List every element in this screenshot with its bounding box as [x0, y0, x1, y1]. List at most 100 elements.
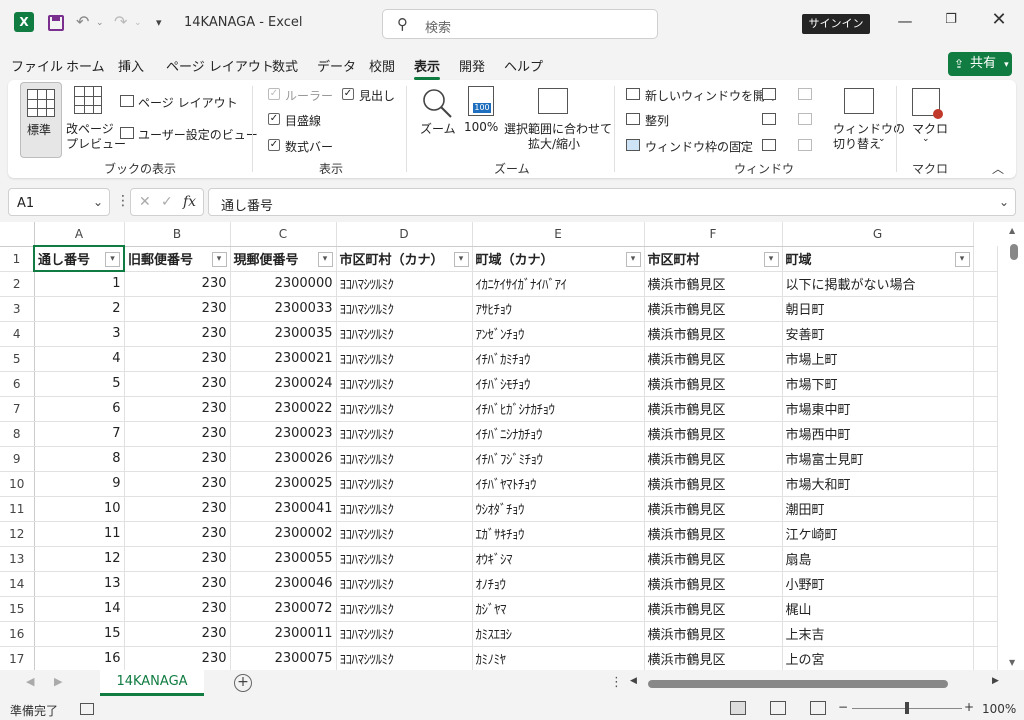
table-cell[interactable]: 市場大和町 — [782, 471, 974, 497]
table-cell[interactable]: 4 — [34, 346, 125, 372]
column-header-f[interactable]: F — [644, 222, 783, 247]
table-cell[interactable]: 230 — [124, 571, 231, 597]
table-cell[interactable]: 横浜市鶴見区 — [644, 371, 783, 397]
column-header-b[interactable]: B — [124, 222, 231, 247]
tab-insert[interactable]: 挿入 — [118, 56, 144, 75]
hide-icon[interactable] — [762, 113, 776, 125]
custom-view-button[interactable]: ユーザー設定のビュー — [138, 126, 258, 143]
vertical-scroll-thumb[interactable] — [1010, 244, 1018, 260]
chevron-down-icon[interactable]: ⌄ — [93, 195, 103, 209]
scroll-right-icon[interactable]: ▶ — [992, 676, 999, 686]
header-cell[interactable]: 現郵便番号 ▾ — [230, 246, 337, 272]
formula-input[interactable]: 通し番号 ⌄ — [208, 188, 1016, 216]
table-cell[interactable]: ｲﾁﾊﾞﾋｶﾞｼﾅｶﾁｮｳ — [472, 396, 645, 422]
table-cell[interactable]: ﾖｺﾊﾏｼﾂﾙﾐｸ — [336, 421, 473, 447]
table-cell[interactable]: 横浜市鶴見区 — [644, 396, 783, 422]
table-cell[interactable]: 朝日町 — [782, 296, 974, 322]
table-cell[interactable]: ﾖｺﾊﾏｼﾂﾙﾐｸ — [336, 396, 473, 422]
zoom-level[interactable]: 100% — [982, 702, 1016, 716]
table-cell[interactable]: 2300002 — [230, 521, 337, 547]
table-cell[interactable]: 2300072 — [230, 596, 337, 622]
scroll-left-icon[interactable]: ◀ — [630, 676, 637, 686]
macro-dropdown-icon[interactable]: ⌄ — [922, 134, 930, 144]
table-cell[interactable]: ｶｼﾞﾔﾏ — [472, 596, 645, 622]
table-cell[interactable]: 横浜市鶴見区 — [644, 446, 783, 472]
table-cell[interactable]: 上の宮 — [782, 646, 974, 672]
column-header-d[interactable]: D — [336, 222, 473, 247]
table-cell[interactable]: ﾖｺﾊﾏｼﾂﾙﾐｸ — [336, 321, 473, 347]
empty-cell[interactable] — [973, 446, 998, 472]
empty-cell[interactable] — [973, 546, 998, 572]
split-icon[interactable] — [762, 88, 776, 100]
page-break-status-icon[interactable] — [810, 701, 826, 715]
cancel-icon[interactable]: ✕ — [139, 194, 151, 210]
table-cell[interactable]: 230 — [124, 596, 231, 622]
row-header[interactable]: 4 — [0, 321, 35, 347]
tab-home[interactable]: ホーム — [66, 56, 105, 75]
table-cell[interactable]: 1 — [34, 271, 125, 297]
table-cell[interactable]: 2300055 — [230, 546, 337, 572]
zoom-slider-knob[interactable] — [905, 702, 909, 714]
filter-dropdown-icon[interactable]: ▾ — [625, 251, 641, 267]
table-cell[interactable]: 2300025 — [230, 471, 337, 497]
empty-cell[interactable] — [973, 621, 998, 647]
table-cell[interactable]: 2300075 — [230, 646, 337, 672]
table-cell[interactable]: 230 — [124, 296, 231, 322]
share-button[interactable]: ⇪ 共有 ▾ — [948, 52, 1012, 76]
row-header[interactable]: 13 — [0, 546, 35, 572]
table-cell[interactable]: 230 — [124, 496, 231, 522]
table-cell[interactable]: 横浜市鶴見区 — [644, 571, 783, 597]
table-cell[interactable]: 230 — [124, 471, 231, 497]
scroll-up-icon[interactable]: ▲ — [1009, 226, 1015, 235]
table-cell[interactable]: ﾖｺﾊﾏｼﾂﾙﾐｸ — [336, 646, 473, 672]
tab-formulas[interactable]: 数式 — [272, 56, 298, 75]
tab-view[interactable]: 表示 — [414, 56, 441, 80]
save-icon[interactable] — [48, 15, 64, 31]
row-header[interactable]: 8 — [0, 421, 35, 447]
row-header[interactable]: 12 — [0, 521, 35, 547]
cell-grid[interactable]: A B C D E F G 1 通し番号 ▾ 旧郵便番号 ▾ 現郵便番号 ▾ 市区町村… — [0, 222, 998, 672]
empty-cell[interactable] — [973, 296, 998, 322]
table-cell[interactable]: 230 — [124, 396, 231, 422]
zoom-out-icon[interactable]: − — [838, 700, 848, 714]
column-header-c[interactable]: C — [230, 222, 337, 247]
table-cell[interactable]: ｴｶﾞｻｷﾁｮｳ — [472, 521, 645, 547]
table-cell[interactable]: 2300000 — [230, 271, 337, 297]
tab-page-layout[interactable]: ページ レイアウト — [166, 56, 274, 75]
redo-icon[interactable]: ↷ — [114, 12, 127, 31]
table-cell[interactable]: 10 — [34, 496, 125, 522]
unhide-icon[interactable] — [762, 139, 776, 151]
new-window-button[interactable]: 新しいウィンドウを開く — [645, 87, 777, 104]
vertical-scrollbar[interactable]: ▲ ▼ — [1008, 226, 1020, 670]
customize-qat-icon[interactable]: ▾ — [156, 16, 162, 29]
table-cell[interactable]: ｲﾁﾊﾞﾌｼﾞﾐﾁｮｳ — [472, 446, 645, 472]
ruler-checkbox[interactable]: ✓ — [268, 88, 280, 100]
undo-icon[interactable]: ↶ — [76, 12, 89, 31]
headings-checkbox[interactable]: ✓ — [342, 88, 354, 100]
tab-review[interactable]: 校閲 — [369, 56, 395, 75]
table-cell[interactable]: 230 — [124, 521, 231, 547]
formula-bar-checkbox[interactable]: ✓ — [268, 139, 280, 151]
table-cell[interactable]: 13 — [34, 571, 125, 597]
restore-icon[interactable]: ❐ — [936, 12, 966, 27]
row-header[interactable]: 2 — [0, 271, 35, 297]
table-cell[interactable]: 市場富士見町 — [782, 446, 974, 472]
empty-cell[interactable] — [973, 321, 998, 347]
empty-cell[interactable] — [973, 346, 998, 372]
row-header[interactable]: 1 — [0, 246, 35, 272]
table-cell[interactable]: 7 — [34, 421, 125, 447]
table-cell[interactable]: ｶﾐﾉﾐﾔ — [472, 646, 645, 672]
table-cell[interactable]: ﾖｺﾊﾏｼﾂﾙﾐｸ — [336, 596, 473, 622]
table-cell[interactable]: 市場東中町 — [782, 396, 974, 422]
row-header[interactable]: 17 — [0, 646, 35, 672]
next-sheet-icon[interactable]: ▶ — [54, 675, 62, 688]
table-cell[interactable]: 横浜市鶴見区 — [644, 471, 783, 497]
table-cell[interactable]: ｲﾁﾊﾞﾆｼﾅｶﾁｮｳ — [472, 421, 645, 447]
tab-developer[interactable]: 開発 — [459, 56, 485, 75]
header-cell[interactable]: 市区町村 ▾ — [644, 246, 783, 272]
table-cell[interactable]: 15 — [34, 621, 125, 647]
more-options-icon[interactable]: ⋮ — [116, 193, 130, 209]
table-cell[interactable]: 市場下町 — [782, 371, 974, 397]
table-cell[interactable]: ﾖｺﾊﾏｼﾂﾙﾐｸ — [336, 521, 473, 547]
table-cell[interactable]: 市場上町 — [782, 346, 974, 372]
